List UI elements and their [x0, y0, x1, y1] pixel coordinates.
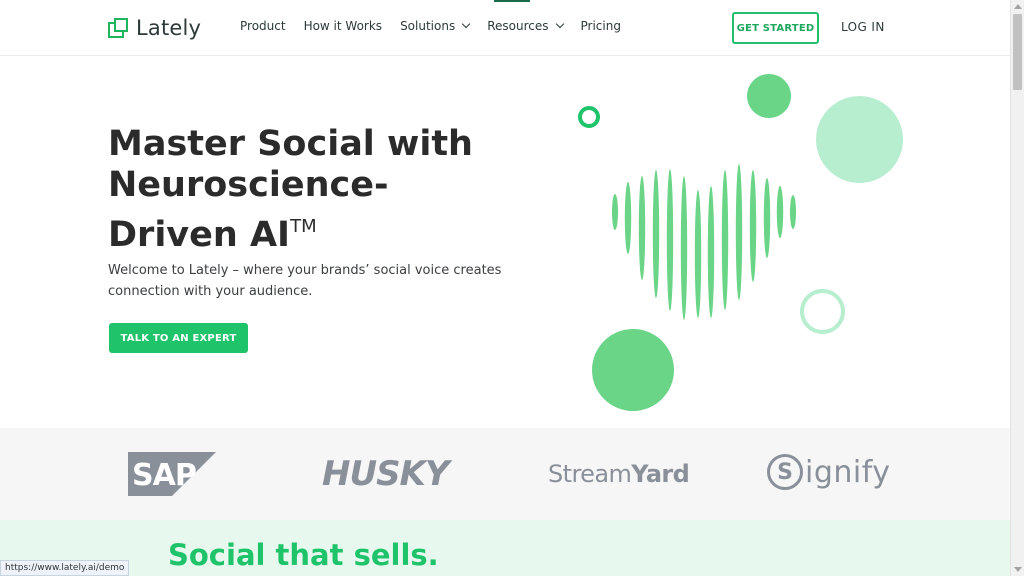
section-heading: Social that sells.: [168, 538, 439, 572]
brand-name: Lately: [136, 16, 202, 40]
signify-logo: S ignify: [767, 454, 891, 490]
decor-circle-light: [816, 96, 903, 183]
page-scrollbar[interactable]: [1010, 0, 1024, 576]
nav-item-how-it-works[interactable]: How it Works: [304, 19, 383, 33]
hero-title: Master Social with Neuroscience- Driven …: [108, 124, 473, 255]
decor-ring-small: [578, 106, 600, 128]
decor-circle-large: [592, 329, 674, 411]
nav-item-product[interactable]: Product: [240, 19, 286, 33]
sap-logo: SAP: [128, 452, 216, 496]
hero-subtitle: Welcome to Lately – where your brands’ s…: [108, 263, 502, 299]
heart-waveform-icon: [612, 164, 796, 320]
streamyard-logo: StreamYard: [548, 460, 690, 488]
nav-item-pricing[interactable]: Pricing: [581, 19, 621, 33]
scrollbar-thumb[interactable]: [1013, 14, 1022, 90]
scroll-down-arrow-icon[interactable]: [1014, 567, 1022, 572]
scroll-up-arrow-icon[interactable]: [1014, 4, 1022, 9]
link-status-url: https://www.lately.ai/demo: [0, 560, 130, 576]
main-nav: Product How it Works Solutions Resources…: [240, 19, 639, 33]
nav-active-indicator: [494, 0, 530, 2]
nav-item-solutions[interactable]: Solutions: [400, 19, 471, 33]
talk-to-expert-button[interactable]: TALK TO AN EXPERT: [109, 323, 248, 353]
chevron-down-icon: [555, 19, 564, 29]
trademark-symbol: TM: [290, 216, 317, 237]
nav-item-resources[interactable]: Resources: [487, 19, 564, 33]
social-sells-section: [0, 520, 1010, 576]
lately-logo-icon: [108, 18, 128, 38]
husky-logo: HUSKY: [322, 454, 450, 494]
get-started-button[interactable]: GET STARTED: [732, 12, 819, 44]
login-link[interactable]: LOG IN: [841, 20, 885, 34]
brand-logo[interactable]: Lately: [108, 14, 201, 42]
decor-ring-light: [800, 289, 845, 334]
chevron-down-icon: [461, 19, 471, 29]
site-header: Lately Product How it Works Solutions Re…: [0, 0, 1010, 56]
decor-circle-small: [747, 74, 791, 118]
